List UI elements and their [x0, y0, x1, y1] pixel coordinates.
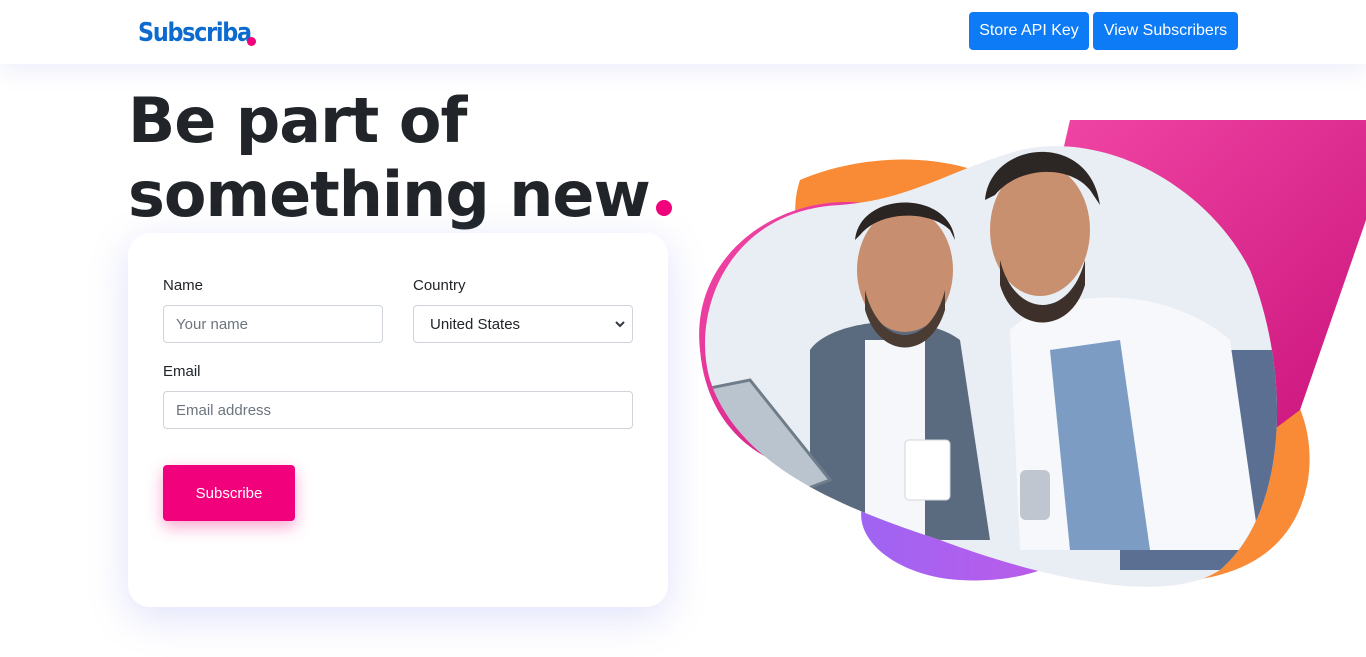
hero-line2: something new [128, 158, 651, 231]
view-subscribers-button[interactable]: View Subscribers [1093, 12, 1238, 50]
chevron-down-icon [615, 321, 625, 328]
email-label: Email [163, 363, 201, 380]
hero-line1-regular: Be part [128, 84, 399, 157]
country-select-value: United States [430, 315, 521, 333]
name-label: Name [163, 277, 204, 294]
hero-line1-bold: of [398, 84, 468, 157]
subscribe-button[interactable]: Subscribe [163, 465, 295, 521]
hero-line1: Be part of [128, 84, 467, 157]
hero-image [699, 120, 1366, 587]
store-api-key-button[interactable]: Store API Key [969, 12, 1089, 50]
name-input[interactable] [163, 305, 383, 343]
hero-title: Be part of something new [128, 84, 672, 232]
subscribe-form-card: Name Country United States Email Subscri… [128, 233, 668, 607]
email-input[interactable] [163, 391, 633, 429]
brand-logo[interactable]: Subscriba [138, 16, 252, 50]
brand-dot [247, 37, 256, 46]
country-select[interactable]: United States [413, 305, 633, 343]
country-label: Country [413, 277, 466, 294]
navbar: Subscriba Store API Key View Subscribers [0, 0, 1366, 64]
title-dot [655, 200, 672, 216]
